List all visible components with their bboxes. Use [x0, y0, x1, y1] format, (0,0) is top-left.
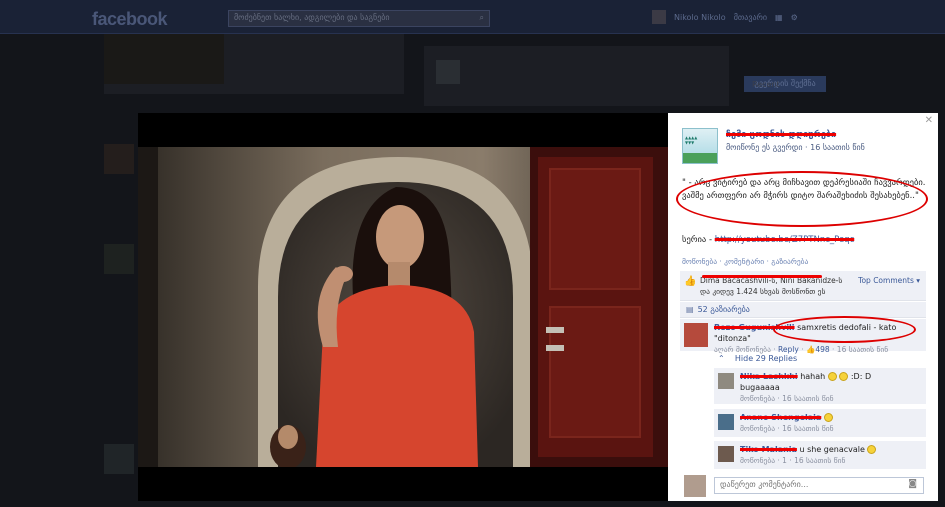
like-count[interactable]: 498 [815, 345, 829, 354]
friends-icon[interactable]: ▦ [775, 13, 783, 22]
reply-body: Tiko Malania u she genacvale მოწონება · … [740, 444, 925, 466]
photo[interactable] [138, 147, 668, 467]
top-comments-dropdown[interactable]: Top Comments ▾ [858, 276, 920, 285]
search-icon[interactable]: ⌕ [480, 13, 484, 23]
page-avatar[interactable]: ▲▲▲▲ ▼▼▼ [682, 128, 718, 164]
series-line: სერია - http://youtube.be/Z7PTNnc_Peqc [682, 235, 854, 245]
red-scribble [702, 275, 822, 278]
recent-label: Recent [752, 80, 780, 89]
smile-emoji-icon [827, 372, 837, 381]
shares-label: 52 გაზიარება [697, 305, 750, 314]
facebook-logo[interactable]: facebook [92, 9, 168, 30]
avatar [104, 244, 134, 274]
smile-emoji-icon [823, 413, 833, 422]
page-avatar-art: ▲▲▲▲ ▼▼▼ [685, 135, 698, 145]
avatar[interactable] [718, 414, 734, 430]
reply-meta[interactable]: მოწონება · 16 საათის წინ [740, 394, 834, 403]
reply-text: u she genacvale [799, 445, 865, 454]
like-thumb-icon: 👍 [805, 345, 816, 354]
video-thumbnail [104, 34, 224, 84]
close-icon[interactable]: ✕ [925, 115, 933, 126]
red-highlight-oval [773, 316, 916, 343]
page-avatar-grass [683, 153, 717, 163]
reply-body: Anano Shengelaia მოწონება · 16 საათის წი… [740, 412, 925, 434]
hide-replies-link[interactable]: ⌃ Hide 29 Replies [718, 354, 797, 363]
reply-extra2: bugaaaaa [740, 383, 780, 392]
smile-emoji-icon [839, 372, 849, 381]
caret-up-icon: ⌃ [718, 354, 725, 363]
reply-meta[interactable]: მოწონება · 16 საათის წინ [740, 424, 834, 433]
search-placeholder: მოძებნეთ ხალხი, ადგილები და საგნები [234, 13, 390, 22]
hide-replies-label: Hide 29 Replies [734, 354, 798, 363]
user-nav: Nikolo Nikolo მთავარი ▦ ⚙ [652, 10, 798, 24]
post-actions[interactable]: მოწონება · კომენტარი · გაზიარება [682, 257, 808, 266]
comment-input[interactable]: დაწერეთ კომენტარი... ◙ [714, 477, 924, 494]
search-input[interactable]: მოძებნეთ ხალხი, ადგილები და საგნები ⌕ [228, 10, 490, 27]
page-subline: მოიწონე ეს გვერდი · 16 საათის წინ [726, 143, 865, 152]
avatar[interactable] [684, 323, 708, 347]
like-thumb-icon: 👍 [684, 276, 697, 287]
photo-viewer [138, 113, 668, 501]
reply-extra: :D: D [850, 372, 872, 381]
reply-body: Nika Lashkhi hahah :D: D bugaaaaa მოწონე… [740, 371, 925, 404]
settings-icon[interactable]: ⚙ [791, 13, 798, 22]
reply-item: Nika Lashkhi hahah :D: D bugaaaaa მოწონე… [714, 368, 926, 404]
post-panel: ✕ ▲▲▲▲ ▼▼▼ ჩემი ცოდნის დღიურები მოიწონე ე… [668, 113, 938, 501]
reply-item: Tiko Malania u she genacvale მოწონება · … [714, 441, 926, 469]
series-link[interactable]: http://youtube.be/Z7PTNnc_Peqc [715, 235, 855, 245]
reply-meta[interactable]: მოწონება · 1 · 16 საათის წინ [740, 456, 845, 465]
reply-author[interactable]: Tiko Malania [740, 445, 797, 454]
reply-text: hahah [800, 372, 826, 381]
shares-count[interactable]: ▤ 52 გაზიარება [680, 302, 926, 318]
avatar [104, 444, 134, 474]
comment-time: · 16 საათის წინ [832, 345, 889, 354]
reply-author[interactable]: Anano Shengelaia [740, 413, 821, 422]
reply-author[interactable]: Nika Lashkhi [740, 372, 798, 381]
feed-card [424, 46, 729, 106]
comment-input-placeholder: დაწერეთ კომენტარი... [720, 480, 809, 489]
write-comment-row: დაწერეთ კომენტარი... ◙ [680, 473, 926, 499]
likes-text[interactable]: Dima Bacacashvili-ს, Nini Bakanidze-ს და… [700, 275, 850, 297]
user-name[interactable]: Nikolo Nikolo [674, 13, 726, 22]
series-prefix: სერია - [682, 235, 715, 245]
home-link[interactable]: მთავარი [734, 13, 767, 22]
reply-link[interactable]: Reply [778, 345, 799, 354]
topbar: facebook მოძებნეთ ხალხი, ადგილები და საგ… [0, 0, 945, 34]
photo-image [138, 147, 668, 467]
avatar[interactable] [718, 373, 734, 389]
page-avatar [436, 60, 460, 84]
camera-icon[interactable]: ◙ [908, 479, 917, 489]
avatar [104, 144, 134, 174]
comment-meta: აღარ მოწონება · Reply · 👍498 · 16 საათის… [714, 345, 889, 354]
red-highlight-oval [676, 171, 928, 227]
page-name[interactable]: ჩემი ცოდნის დღიურები [726, 130, 836, 140]
smile-emoji-icon [867, 445, 877, 454]
avatar[interactable] [652, 10, 666, 24]
share-icon: ▤ [686, 305, 694, 314]
reply-item: Anano Shengelaia მოწონება · 16 საათის წი… [714, 409, 926, 437]
avatar [684, 475, 706, 497]
avatar[interactable] [718, 446, 734, 462]
unlike-link[interactable]: აღარ მოწონება · [714, 345, 778, 354]
